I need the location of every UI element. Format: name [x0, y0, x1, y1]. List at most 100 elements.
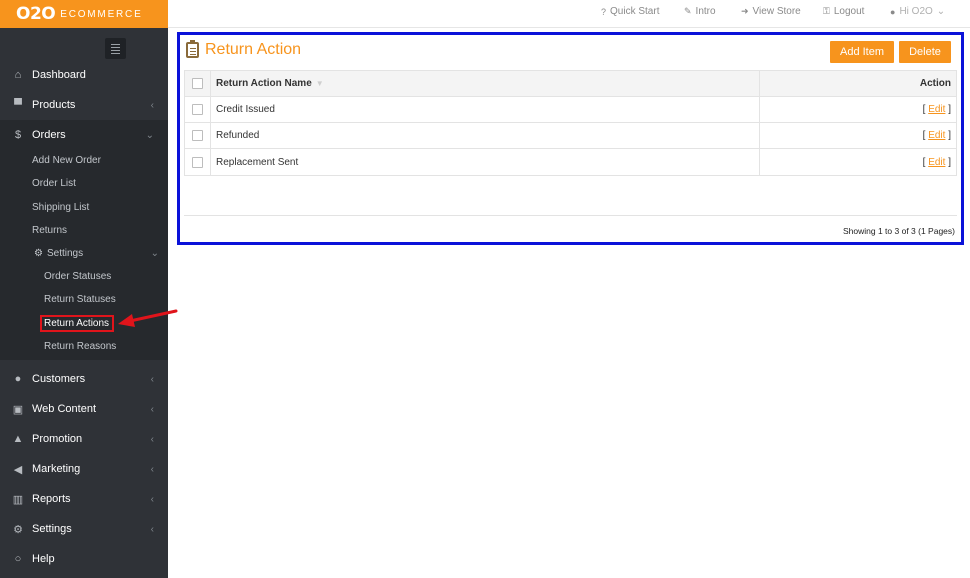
brand-logo[interactable]: O2O ECOMMERCE — [0, 0, 168, 28]
column-action-header: Action — [919, 78, 951, 89]
brand-mark: O2O — [16, 4, 56, 24]
sidebar-sub-return-reasons[interactable]: Return Reasons — [44, 341, 116, 352]
edit-link[interactable]: Edit — [928, 130, 945, 141]
sidebar-item-label: Dashboard — [32, 69, 86, 81]
user-icon: ● — [890, 6, 896, 17]
row-checkbox[interactable] — [192, 104, 203, 115]
row-action: [ Edit ] — [922, 130, 951, 141]
sidebar-item-label: Promotion — [32, 433, 83, 445]
sidebar-item-reports[interactable]: ▥ Reports ‹ — [0, 484, 168, 514]
sidebar-sub-returns[interactable]: Returns — [32, 225, 67, 236]
sidebar: O2O ECOMMERCE ⌂ Dashboard ▀ Products ‹ $… — [0, 0, 168, 578]
gears-icon: ⚙ — [13, 523, 23, 536]
add-item-button[interactable]: Add Item — [830, 41, 894, 63]
sidebar-sub-order-statuses[interactable]: Order Statuses — [44, 271, 111, 282]
megaphone-icon: ◀ — [13, 463, 23, 476]
sidebar-item-customers[interactable]: ● Customers ‹ — [0, 364, 168, 394]
row-name: Refunded — [211, 123, 760, 148]
sidebar-item-label: Orders — [32, 129, 66, 141]
intro-link[interactable]: ✎ Intro — [684, 6, 716, 17]
wand-icon: ✎ — [684, 6, 692, 16]
home-icon: ⌂ — [14, 69, 22, 81]
sidebar-sub-shipping-list[interactable]: Shipping List — [32, 202, 89, 213]
sidebar-item-help[interactable]: ○ Help — [0, 544, 168, 574]
chevron-left-icon: ‹ — [150, 99, 154, 111]
chevron-left-icon: ‹ — [150, 493, 154, 505]
chevron-down-icon: ⌄ — [150, 248, 159, 259]
sidebar-item-label: Settings — [32, 523, 72, 535]
return-action-panel: Return Action Add Item Delete Return Act… — [177, 32, 964, 245]
clipboard-icon — [186, 40, 199, 58]
table-row: Credit Issued [ Edit ] — [185, 97, 956, 123]
table-row: Replacement Sent [ Edit ] — [185, 149, 956, 175]
bar-chart-icon: ▥ — [12, 493, 24, 506]
sidebar-item-marketing[interactable]: ◀ Marketing ‹ — [0, 454, 168, 484]
quick-start-link[interactable]: ? Quick Start — [601, 6, 659, 17]
logout-link[interactable]: ⚿ Logout — [823, 6, 864, 17]
sidebar-item-dashboard[interactable]: ⌂ Dashboard — [0, 60, 168, 90]
book-icon: ▣ — [12, 403, 24, 416]
sidebar-item-label: Reports — [32, 493, 71, 505]
sidebar-item-label: Web Content — [32, 403, 97, 415]
edit-link[interactable]: Edit — [928, 104, 945, 115]
question-icon: ? — [601, 6, 607, 17]
footer-divider — [184, 215, 957, 216]
chevron-left-icon: ‹ — [150, 373, 154, 385]
sidebar-item-promotion[interactable]: ▲ Promotion ‹ — [0, 424, 168, 454]
view-store-label: View Store — [752, 6, 801, 17]
annotation-arrow-icon — [118, 309, 178, 327]
table-row: Refunded [ Edit ] — [185, 123, 956, 149]
view-store-link[interactable]: ➜ View Store — [741, 6, 801, 17]
row-action: [ Edit ] — [922, 104, 951, 115]
logout-label: Logout — [833, 6, 865, 17]
column-name-header[interactable]: Return Action Name ▼ — [211, 71, 760, 96]
table-header-row: Return Action Name ▼ Action — [185, 71, 956, 97]
chevron-down-icon: ⌄ — [145, 129, 154, 141]
chevron-left-icon: ‹ — [150, 433, 154, 445]
sidebar-sub-order-list[interactable]: Order List — [32, 178, 76, 189]
top-bar: ? Quick Start ✎ Intro ➜ View Store ⚿ Log… — [168, 0, 970, 28]
sidebar-item-label: Customers — [32, 373, 86, 385]
user-menu[interactable]: ● Hi O2O ⌄ — [890, 6, 945, 17]
row-action: [ Edit ] — [922, 156, 951, 168]
menu-toggle-icon[interactable] — [105, 38, 126, 59]
pagination-summary: Showing 1 to 3 of 3 (1 Pages) — [843, 226, 955, 236]
sidebar-item-label: Products — [32, 99, 76, 111]
sidebar-sub-add-new-order[interactable]: Add New Order — [32, 155, 101, 166]
sidebar-item-web-content[interactable]: ▣ Web Content ‹ — [0, 394, 168, 424]
sidebar-item-products[interactable]: ▀ Products ‹ — [0, 90, 168, 120]
quick-start-label: Quick Start — [610, 6, 660, 17]
gear-icon: ⚙ — [34, 248, 43, 259]
sidebar-item-settings[interactable]: ⚙ Settings ‹ — [0, 514, 168, 544]
user-icon: ● — [14, 373, 22, 385]
row-checkbox[interactable] — [192, 130, 203, 141]
chevron-left-icon: ‹ — [150, 463, 154, 475]
key-icon: ⚿ — [823, 6, 830, 16]
sign-in-icon: ➜ — [741, 6, 749, 16]
delete-button[interactable]: Delete — [899, 41, 951, 63]
brand-wordmark: ECOMMERCE — [60, 8, 143, 20]
chat-icon: ○ — [14, 553, 22, 565]
chevron-down-icon: ⌄ — [936, 6, 946, 17]
chevron-left-icon: ‹ — [150, 523, 154, 535]
sidebar-sub-return-statuses[interactable]: Return Statuses — [44, 294, 116, 305]
return-action-table: Return Action Name ▼ Action Credit Issue… — [184, 70, 957, 176]
sidebar-item-orders[interactable]: $ Orders ⌄ — [0, 120, 168, 150]
row-name: Credit Issued — [211, 97, 760, 122]
annotation-highlight-box — [40, 315, 114, 332]
intro-label: Intro — [695, 6, 716, 17]
row-name: Replacement Sent — [211, 149, 760, 175]
sort-icon: ▼ — [315, 79, 324, 88]
select-all-checkbox[interactable] — [192, 78, 203, 89]
page-title-text: Return Action — [205, 41, 302, 58]
row-checkbox[interactable] — [192, 156, 203, 168]
sidebar-item-label: Marketing — [32, 463, 81, 475]
sidebar-sub-settings[interactable]: ⚙ Settings ⌄ — [34, 248, 159, 259]
edit-link[interactable]: Edit — [928, 157, 945, 168]
cart-icon: ▀ — [14, 99, 22, 111]
dollar-icon: $ — [14, 129, 22, 141]
sidebar-item-label: Help — [32, 553, 55, 565]
column-name-label: Return Action Name — [216, 78, 312, 89]
sidebar-sub-label: Settings — [46, 248, 84, 259]
chevron-left-icon: ‹ — [150, 403, 154, 415]
